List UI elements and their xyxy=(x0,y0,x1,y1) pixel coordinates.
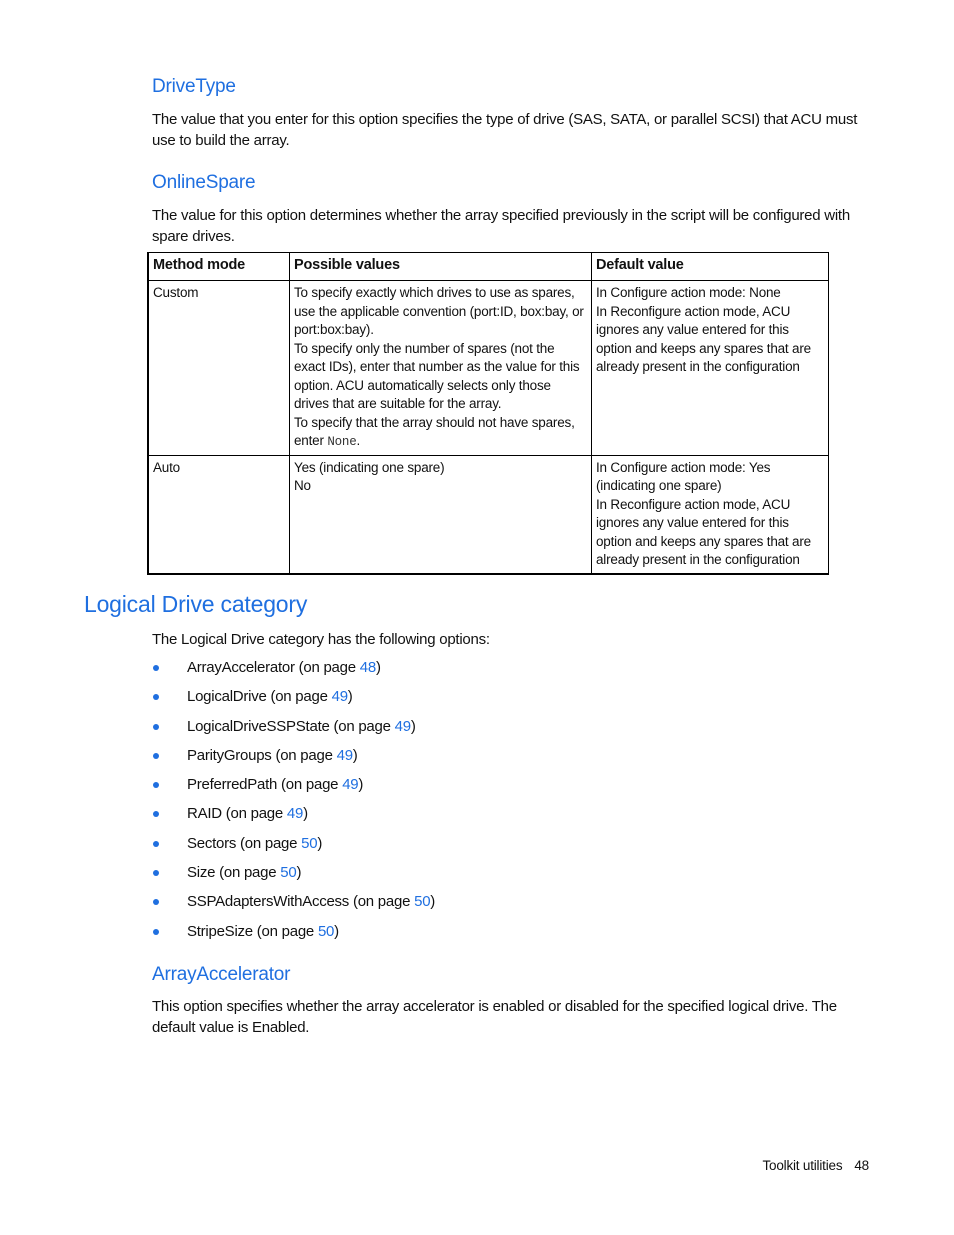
option-name: ParityGroups xyxy=(187,746,272,764)
list-item: Size (on page 50) xyxy=(152,860,435,889)
option-name: Size xyxy=(187,864,216,882)
list-item: LogicalDrive (on page 49) xyxy=(152,684,435,713)
possible-value-suffix: . xyxy=(356,433,361,448)
option-page-prefix: (on page xyxy=(215,864,281,882)
page-link[interactable]: 49 xyxy=(342,776,358,793)
option-page-suffix: ) xyxy=(303,805,308,823)
option-page-suffix: ) xyxy=(375,659,381,676)
column-header-possible-values: Possible values xyxy=(289,252,592,281)
option-name: StripeSize xyxy=(187,922,253,940)
page-link[interactable]: 50 xyxy=(301,835,317,852)
bullet-icon xyxy=(153,840,159,847)
page-link[interactable]: 49 xyxy=(332,688,348,705)
method-mode-cell: Auto xyxy=(147,454,290,574)
possible-value-line: No xyxy=(294,478,311,493)
list-item: StripeSize (on page 50) xyxy=(152,919,435,948)
table-row: Auto Yes (indicating one spare) No In Co… xyxy=(147,454,829,574)
onlinespare-description: The value for this option determines whe… xyxy=(152,207,850,245)
option-page-suffix: ) xyxy=(296,864,302,882)
possible-value-line: To specify that the array should not hav… xyxy=(294,414,587,452)
list-item: ArrayAccelerator (on page 48) xyxy=(152,655,435,684)
list-item: RAID (on page 49) xyxy=(152,801,435,830)
option-page-prefix: (on page xyxy=(266,688,332,706)
option-page-prefix: (on page xyxy=(349,893,415,911)
code-value-none: None xyxy=(327,435,357,449)
option-name: RAID xyxy=(187,805,222,823)
bullet-icon xyxy=(153,899,159,906)
default-value-cell: In Configure action mode: Yes (indicatin… xyxy=(591,454,829,574)
list-item: Sectors (on page 50) xyxy=(152,831,435,860)
bullet-icon xyxy=(153,723,159,730)
logical-drive-options-list: ArrayAccelerator (on page 48) LogicalDri… xyxy=(152,655,435,948)
option-page-suffix: ) xyxy=(358,776,364,794)
page-link[interactable]: 50 xyxy=(280,864,296,881)
option-page-prefix: (on page xyxy=(294,659,360,676)
logical-drive-category-heading: Logical Drive category xyxy=(84,591,308,617)
possible-value-line: To specify only the number of spares (no… xyxy=(294,340,580,412)
option-name: LogicalDriveSSPState xyxy=(187,717,330,735)
bullet-icon xyxy=(153,752,159,759)
possible-value-line: To specify exactly which drives to use a… xyxy=(294,285,584,337)
option-name: Sectors xyxy=(187,834,237,852)
list-item: ParityGroups (on page 49) xyxy=(152,743,435,772)
default-value-line: In Reconfigure action mode, ACU ignores … xyxy=(596,496,811,568)
option-page-prefix: (on page xyxy=(271,746,337,764)
list-item: PreferredPath (on page 49) xyxy=(152,772,435,801)
option-page-prefix: (on page xyxy=(329,717,395,735)
page-link[interactable]: 48 xyxy=(360,659,376,676)
page-number: 48 xyxy=(854,1158,869,1173)
arrayaccelerator-description: This option specifies whether the array … xyxy=(152,998,837,1036)
arrayaccelerator-heading: ArrayAccelerator xyxy=(152,964,291,985)
default-value-line: In Reconfigure action mode, ACU ignores … xyxy=(596,303,811,375)
table-header-row: Method mode Possible values Default valu… xyxy=(147,252,829,281)
possible-values-cell: To specify exactly which drives to use a… xyxy=(289,280,592,456)
page-link[interactable]: 50 xyxy=(318,923,334,940)
page-link[interactable]: 49 xyxy=(287,805,303,822)
column-header-default-value: Default value xyxy=(591,252,829,281)
page-footer: Toolkit utilities 48 xyxy=(762,1158,869,1173)
option-page-suffix: ) xyxy=(334,922,339,940)
drivetype-heading: DriveType xyxy=(152,76,236,97)
option-page-suffix: ) xyxy=(410,717,416,735)
onlinespare-table: Method mode Possible values Default valu… xyxy=(147,252,829,575)
option-page-suffix: ) xyxy=(430,893,436,911)
page-link[interactable]: 49 xyxy=(395,718,411,735)
bullet-icon xyxy=(153,782,159,789)
option-page-suffix: ) xyxy=(352,746,358,764)
method-mode-cell: Custom xyxy=(147,280,290,456)
option-page-suffix: ) xyxy=(317,834,323,852)
default-value-line: In Configure action mode: None xyxy=(596,285,781,300)
option-page-prefix: (on page xyxy=(221,805,287,823)
list-item: SSPAdaptersWithAccess (on page 50) xyxy=(152,889,435,918)
option-name: LogicalDrive xyxy=(187,688,267,706)
option-page-prefix: (on page xyxy=(277,776,343,794)
onlinespare-heading: OnlineSpare xyxy=(152,172,256,193)
page-link[interactable]: 50 xyxy=(414,893,430,910)
option-page-prefix: (on page xyxy=(252,922,318,940)
option-name: SSPAdaptersWithAccess xyxy=(187,893,350,911)
page-link[interactable]: 49 xyxy=(337,747,353,764)
bullet-icon xyxy=(153,665,159,671)
footer-section-title: Toolkit utilities xyxy=(762,1158,843,1173)
column-header-method-mode: Method mode xyxy=(147,252,290,281)
option-page-prefix: (on page xyxy=(236,834,302,852)
logical-drive-intro: The Logical Drive category has the follo… xyxy=(152,631,490,648)
default-value-line: In Configure action mode: Yes (indicatin… xyxy=(596,459,771,494)
possible-values-cell: Yes (indicating one spare) No xyxy=(289,454,592,574)
possible-value-line: Yes (indicating one spare) xyxy=(294,459,445,475)
list-item: LogicalDriveSSPState (on page 49) xyxy=(152,714,435,743)
option-name: PreferredPath xyxy=(187,776,278,794)
bullet-icon xyxy=(153,811,159,818)
drivetype-description: The value that you enter for this option… xyxy=(152,111,858,149)
bullet-icon xyxy=(153,694,159,701)
option-name: ArrayAccelerator xyxy=(187,659,295,676)
option-page-suffix: ) xyxy=(347,688,353,706)
bullet-icon xyxy=(153,870,159,877)
bullet-icon xyxy=(153,928,159,935)
default-value-cell: In Configure action mode: None In Reconf… xyxy=(591,280,829,456)
table-row: Custom To specify exactly which drives t… xyxy=(147,280,829,456)
